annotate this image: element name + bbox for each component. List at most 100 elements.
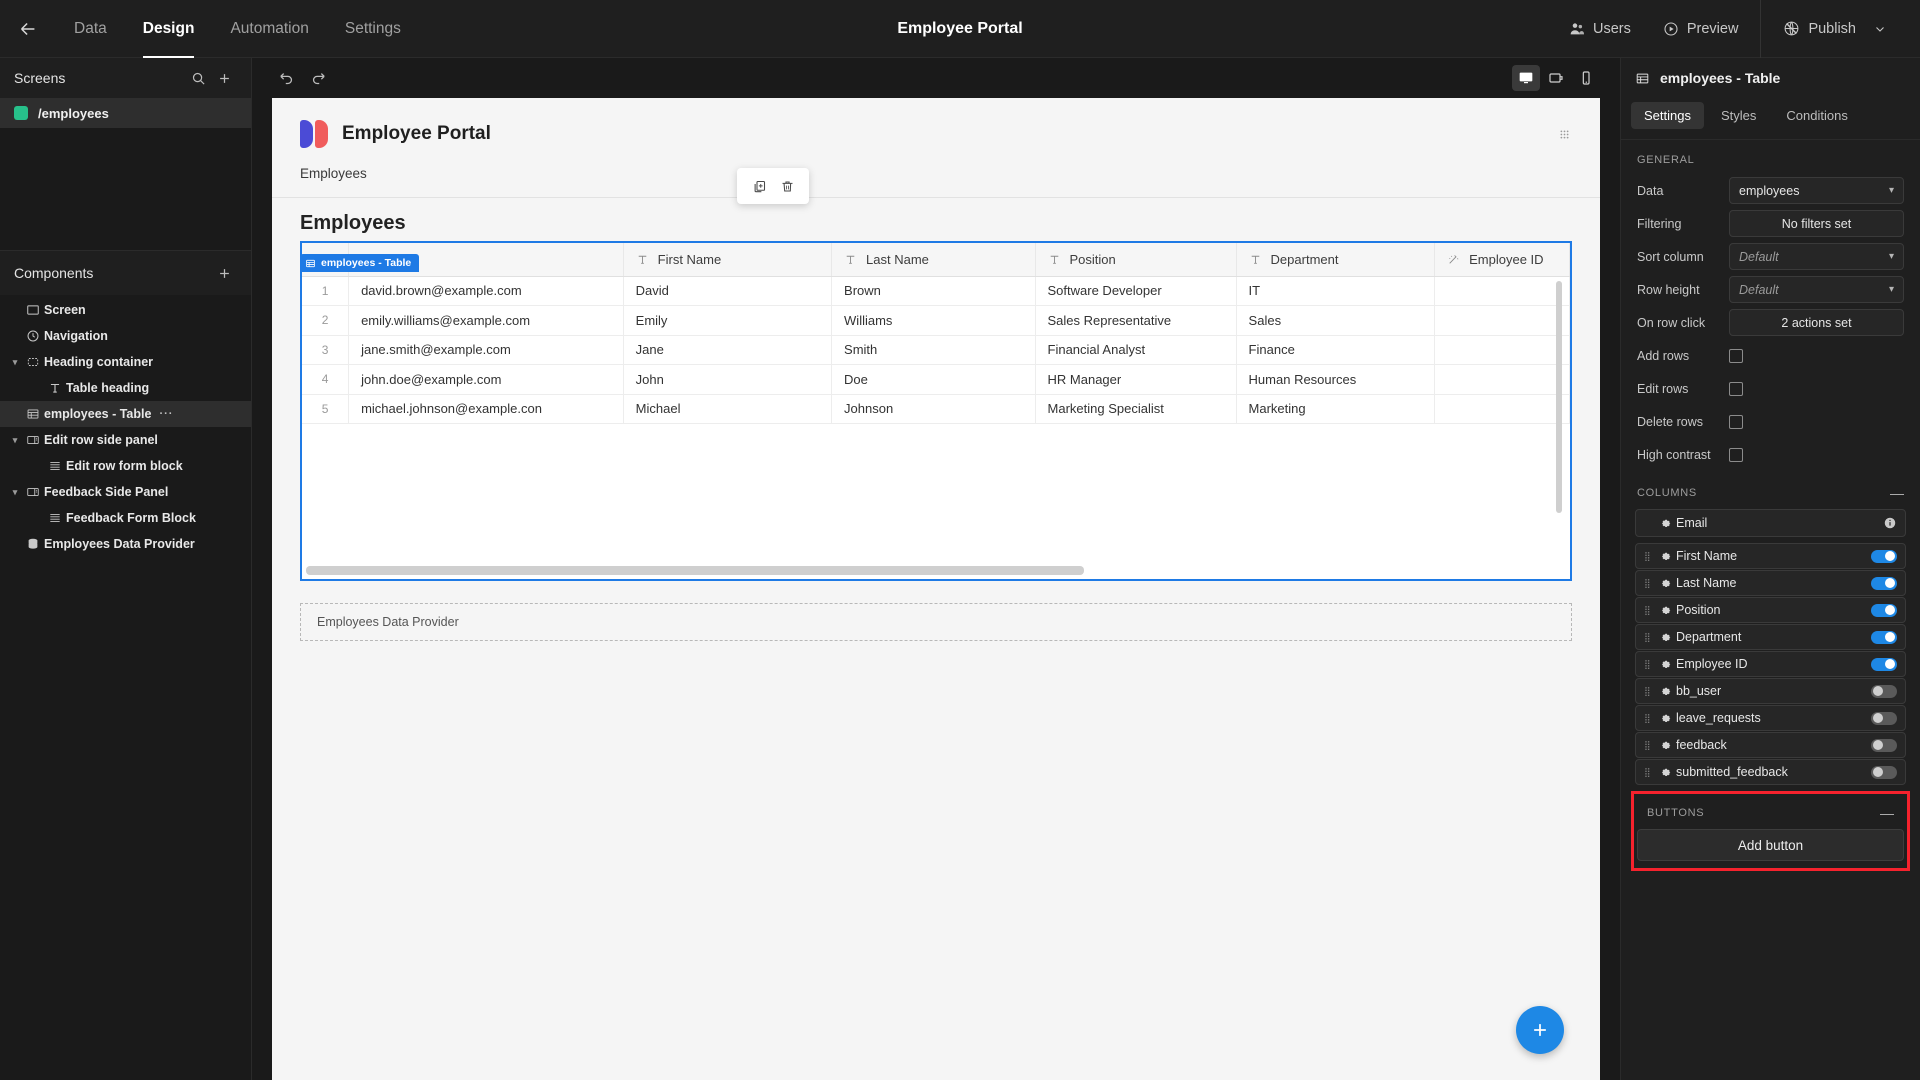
column-item-leave-requests[interactable]: ⣿ leave_requests: [1635, 705, 1906, 731]
cell-first-name[interactable]: David: [623, 276, 833, 306]
cell-email[interactable]: david.brown@example.com: [348, 276, 624, 306]
tab-conditions[interactable]: Conditions: [1773, 102, 1860, 129]
tablet-icon[interactable]: [1542, 65, 1570, 91]
tree-item-edit-row-side-panel[interactable]: ▾ Edit row side panel: [0, 427, 251, 453]
tree-item-employees-data-provider[interactable]: ▾ Employees Data Provider: [0, 531, 251, 557]
users-button[interactable]: Users: [1553, 0, 1647, 58]
cell-email[interactable]: john.doe@example.com: [348, 364, 624, 395]
tab-design[interactable]: Design: [125, 0, 213, 58]
cell-employee-id[interactable]: [1434, 394, 1570, 424]
column-visibility-toggle[interactable]: [1871, 576, 1897, 590]
tree-item-feedback-side-panel[interactable]: ▾ Feedback Side Panel: [0, 479, 251, 505]
cell-employee-id[interactable]: [1434, 335, 1570, 365]
row-height-select[interactable]: Default ▾: [1729, 276, 1904, 303]
tree-item-feedback-form-block[interactable]: ▾ Feedback Form Block: [0, 505, 251, 531]
table-row[interactable]: 5 michael.johnson@example.con Michael Jo…: [302, 394, 1570, 424]
drag-handle-icon[interactable]: ⣿: [1644, 713, 1654, 723]
column-item-submitted-feedback[interactable]: ⣿ submitted_feedback: [1635, 759, 1906, 785]
preview-nav-link[interactable]: Employees: [272, 148, 1600, 181]
desktop-icon[interactable]: [1512, 65, 1540, 91]
edit-rows-checkbox[interactable]: [1729, 381, 1743, 396]
caret-down-icon[interactable]: ▾: [8, 487, 22, 498]
header-department[interactable]: Department: [1236, 243, 1436, 277]
gear-icon[interactable]: [1654, 685, 1676, 698]
preview-button[interactable]: Preview: [1647, 0, 1755, 58]
cell-department[interactable]: Sales: [1236, 305, 1436, 336]
add-screen-button[interactable]: [211, 65, 237, 91]
cell-department[interactable]: Marketing: [1236, 394, 1436, 424]
column-visibility-toggle[interactable]: [1871, 765, 1897, 779]
cell-last-name[interactable]: Smith: [831, 335, 1036, 365]
tree-item-navigation[interactable]: ▾ Navigation: [0, 323, 251, 349]
tree-item-table-heading[interactable]: ▾ Table heading: [0, 375, 251, 401]
drag-handle-icon[interactable]: ⣿: [1644, 740, 1654, 750]
cell-department[interactable]: Finance: [1236, 335, 1436, 365]
tab-automation[interactable]: Automation: [212, 0, 326, 58]
cell-last-name[interactable]: Doe: [831, 364, 1036, 395]
column-item-first-name[interactable]: ⣿ First Name: [1635, 543, 1906, 569]
back-button[interactable]: [0, 0, 56, 58]
delete-rows-checkbox[interactable]: [1729, 414, 1743, 429]
column-visibility-toggle[interactable]: [1871, 603, 1897, 617]
caret-down-icon[interactable]: ▾: [8, 357, 22, 368]
preview-table-heading[interactable]: Employees: [300, 198, 1572, 235]
column-item-feedback[interactable]: ⣿ feedback: [1635, 732, 1906, 758]
column-visibility-toggle[interactable]: [1871, 684, 1897, 698]
cell-position[interactable]: Sales Representative: [1035, 305, 1237, 336]
table-row[interactable]: 3 jane.smith@example.com Jane Smith Fina…: [302, 335, 1570, 365]
column-visibility-toggle[interactable]: [1871, 549, 1897, 563]
gear-icon[interactable]: [1654, 517, 1676, 530]
sidebar-item-employees-screen[interactable]: /employees: [0, 98, 251, 128]
cell-email[interactable]: jane.smith@example.com: [348, 335, 624, 365]
add-rows-checkbox[interactable]: [1729, 348, 1743, 363]
column-visibility-toggle[interactable]: [1871, 630, 1897, 644]
undo-icon[interactable]: [272, 64, 300, 92]
column-item-last-name[interactable]: ⣿ Last Name: [1635, 570, 1906, 596]
tab-settings-properties[interactable]: Settings: [1631, 102, 1704, 129]
cell-employee-id[interactable]: [1434, 305, 1570, 336]
drag-handle-icon[interactable]: ⣿: [1644, 578, 1654, 588]
header-first-name[interactable]: First Name: [623, 243, 833, 277]
duplicate-icon[interactable]: [747, 175, 771, 197]
sort-column-select[interactable]: Default ▾: [1729, 243, 1904, 270]
gear-icon[interactable]: [1654, 604, 1676, 617]
column-item-position[interactable]: ⣿ Position: [1635, 597, 1906, 623]
drag-handle-icon[interactable]: ⣿: [1644, 686, 1654, 696]
add-row-fab[interactable]: [1516, 1006, 1564, 1054]
cell-position[interactable]: Financial Analyst: [1035, 335, 1237, 365]
grid-handle-icon[interactable]: [1557, 127, 1572, 142]
employees-table[interactable]: Email First: [300, 241, 1572, 581]
table-row[interactable]: 2 emily.williams@example.com Emily Willi…: [302, 305, 1570, 336]
cell-position[interactable]: Marketing Specialist: [1035, 394, 1237, 424]
cell-last-name[interactable]: Williams: [831, 305, 1036, 336]
table-row[interactable]: 1 david.brown@example.com David Brown So…: [302, 276, 1570, 306]
table-horizontal-scrollbar[interactable]: [306, 566, 1084, 575]
column-item-bb-user[interactable]: ⣿ bb_user: [1635, 678, 1906, 704]
gear-icon[interactable]: [1654, 631, 1676, 644]
gear-icon[interactable]: [1654, 766, 1676, 779]
cell-employee-id[interactable]: [1434, 364, 1570, 395]
minus-icon[interactable]: —: [1880, 805, 1894, 821]
tree-item-screen[interactable]: ▾ Screen: [0, 297, 251, 323]
cell-employee-id[interactable]: [1434, 276, 1570, 306]
gear-icon[interactable]: [1654, 658, 1676, 671]
table-row[interactable]: 4 john.doe@example.com John Doe HR Manag…: [302, 364, 1570, 395]
tree-item-heading-container[interactable]: ▾ Heading container: [0, 349, 251, 375]
column-item-email[interactable]: Email: [1635, 509, 1906, 537]
minus-icon[interactable]: —: [1890, 485, 1904, 501]
cell-last-name[interactable]: Johnson: [831, 394, 1036, 424]
cell-email[interactable]: emily.williams@example.com: [348, 305, 624, 336]
header-last-name[interactable]: Last Name: [831, 243, 1036, 277]
cell-department[interactable]: Human Resources: [1236, 364, 1436, 395]
column-visibility-toggle[interactable]: [1871, 657, 1897, 671]
gear-icon[interactable]: [1654, 712, 1676, 725]
data-provider-placeholder[interactable]: Employees Data Provider: [300, 603, 1572, 641]
cell-first-name[interactable]: Emily: [623, 305, 833, 336]
gear-icon[interactable]: [1654, 739, 1676, 752]
search-icon[interactable]: [185, 65, 211, 91]
caret-down-icon[interactable]: ▾: [8, 435, 22, 446]
tree-item-edit-row-form-block[interactable]: ▾ Edit row form block: [0, 453, 251, 479]
gear-icon[interactable]: [1654, 550, 1676, 563]
cell-last-name[interactable]: Brown: [831, 276, 1036, 306]
column-visibility-toggle[interactable]: [1871, 738, 1897, 752]
